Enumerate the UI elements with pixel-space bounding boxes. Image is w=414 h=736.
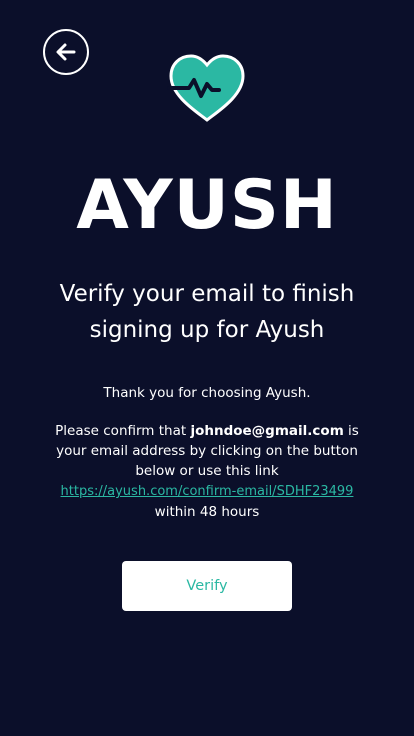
thanks-text: Thank you for choosing Ayush.: [103, 385, 311, 401]
arrow-left-icon: [56, 43, 76, 61]
message-body: Thank you for choosing Ayush. Please con…: [47, 383, 367, 522]
email-address: johndoe@gmail.com: [190, 423, 344, 439]
heart-pulse-icon: [167, 54, 247, 124]
page-heading: Verify your email to finish signing up f…: [59, 281, 355, 343]
confirm-email-link[interactable]: https://ayush.com/confirm-email/SDHF2349…: [61, 484, 354, 499]
brand-name: AYUSH: [76, 166, 338, 245]
verify-button[interactable]: Verify: [122, 561, 292, 611]
deadline-text: within 48 hours: [154, 504, 260, 520]
confirm-prefix: Please confirm that: [55, 423, 191, 439]
back-button[interactable]: [43, 29, 89, 75]
confirm-text: Please confirm that johndoe@gmail.com is…: [47, 421, 367, 481]
